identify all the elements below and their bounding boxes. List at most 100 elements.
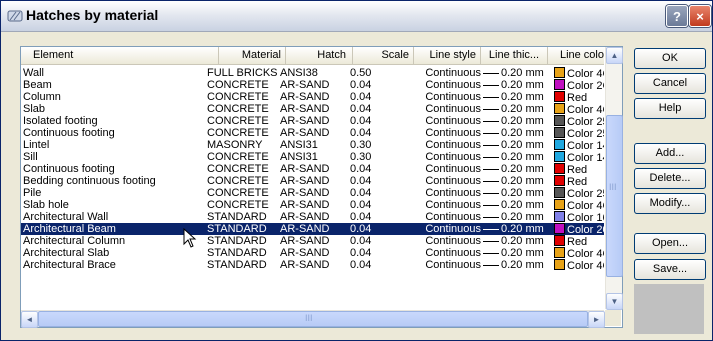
vertical-scrollbar[interactable]: ▲ III ▼ [605,47,623,310]
horizontal-scroll-thumb[interactable]: III [38,311,588,327]
column-header-material[interactable]: Material [219,47,286,64]
cell-scale: 0.30 [350,139,372,151]
table-row[interactable]: Column CONCRETE AR-SAND 0.04 Continuous 0.20 … [21,91,604,103]
cancel-button[interactable]: Cancel [634,73,706,94]
column-header-scale[interactable]: Scale [353,47,414,64]
cell-line-thickness: 0.20 mm [483,115,555,127]
help-button[interactable]: Help [634,98,706,119]
delete-button[interactable]: Delete... [634,168,706,189]
list-rows: Wall FULL BRICKS ANSI38 0.50 Continuous 0.20 … [21,67,604,271]
column-header-line-style[interactable]: Line style [414,47,481,64]
column-header-line-color[interactable]: Line colo [548,47,604,64]
cell-hatch: AR-SAND [280,127,330,139]
cell-material: STANDARD [207,259,267,271]
close-button[interactable]: × [689,5,711,27]
thickness-value: 0.20 mm [501,151,544,163]
column-header-line-thickness[interactable]: Line thic... [481,47,548,64]
cell-element: Slab hole [23,199,69,211]
table-row[interactable]: Continuous footing CONCRETE AR-SAND 0.04 Con… [21,127,604,139]
color-swatch-icon [554,247,565,258]
table-row[interactable]: Continuous footing CONCRETE AR-SAND 0.04 Con… [21,163,604,175]
color-swatch-icon [554,211,565,222]
cell-hatch: AR-SAND [280,259,330,271]
line-sample-icon [483,72,499,74]
cell-scale: 0.04 [350,223,372,235]
open-button[interactable]: Open... [634,233,706,254]
table-row[interactable]: Architectural Wall STANDARD AR-SAND 0.04 Con… [21,211,604,223]
table-row[interactable]: Architectural Beam STANDARD AR-SAND 0.04 Con… [21,223,604,235]
cell-material: CONCRETE [207,103,269,115]
cell-material: CONCRETE [207,115,269,127]
color-swatch-icon [554,79,565,90]
table-row[interactable]: Architectural Column STANDARD AR-SAND 0.04 C… [21,235,604,247]
thickness-value: 0.20 mm [501,91,544,103]
modify-button[interactable]: Modify... [634,193,706,214]
cell-hatch: ANSI38 [280,67,318,79]
cell-scale: 0.30 [350,151,372,163]
cell-line-color: Red [554,235,604,247]
color-name: Color 20 [567,224,604,235]
table-row[interactable]: Architectural Slab STANDARD AR-SAND 0.04 Con… [21,247,604,259]
cell-line-color: Color 25 [554,115,604,127]
hatch-list[interactable]: Element Material Hatch Scale Line style … [20,46,623,328]
color-name: Color 4C [567,248,604,259]
column-header-element[interactable]: Element [21,47,219,64]
cell-hatch: AR-SAND [280,187,330,199]
add-button[interactable]: Add... [634,143,706,164]
cell-material: STANDARD [207,211,267,223]
scroll-left-icon[interactable]: ◄ [21,311,38,328]
cell-line-style: Continuous [425,103,481,115]
cell-line-color: Color 4C [554,259,604,271]
table-row[interactable]: Slab CONCRETE AR-SAND 0.04 Continuous 0.20 mm… [21,103,604,115]
line-sample-icon [483,168,499,170]
color-name: Color 14 [567,152,604,163]
cell-line-style: Continuous [425,139,481,151]
cell-material: MASONRY [207,139,263,151]
line-sample-icon [483,156,499,158]
table-row[interactable]: Wall FULL BRICKS ANSI38 0.50 Continuous 0.20 … [21,67,604,79]
column-header-hatch[interactable]: Hatch [286,47,353,64]
cell-scale: 0.04 [350,259,372,271]
line-sample-icon [483,180,499,182]
line-sample-icon [483,132,499,134]
line-sample-icon [483,120,499,122]
cell-material: CONCRETE [207,187,269,199]
cell-element: Isolated footing [23,115,98,127]
cell-hatch: AR-SAND [280,235,330,247]
vertical-scroll-thumb[interactable]: III [606,115,623,277]
scroll-right-icon[interactable]: ► [588,311,605,328]
table-row[interactable]: Beam CONCRETE AR-SAND 0.04 Continuous 0.20 mm… [21,79,604,91]
table-row[interactable]: Slab hole CONCRETE AR-SAND 0.04 Continuous 0.… [21,199,604,211]
horizontal-scrollbar[interactable]: ◄ III ► [21,310,605,328]
table-row[interactable]: Bedding continuous footing CONCRETE AR-SAN… [21,175,604,187]
table-row[interactable]: Pile CONCRETE AR-SAND 0.04 Continuous 0.20 mm… [21,187,604,199]
table-row[interactable]: Architectural Brace STANDARD AR-SAND 0.04 Co… [21,259,604,271]
color-swatch-icon [554,223,565,234]
cell-element: Slab [23,103,46,115]
cell-element: Beam [23,79,52,91]
cell-line-style: Continuous [425,211,481,223]
table-row[interactable]: Lintel MASONRY ANSI31 0.30 Continuous 0.20 mm… [21,139,604,151]
cell-scale: 0.04 [350,175,372,187]
thickness-value: 0.20 mm [501,211,544,223]
title-bar[interactable]: Hatches by material ? × [1,1,712,32]
cell-line-style: Continuous [425,223,481,235]
scroll-down-icon[interactable]: ▼ [606,293,623,310]
cell-element: Pile [23,187,42,199]
thickness-value: 0.20 mm [501,175,544,187]
scroll-up-icon[interactable]: ▲ [606,47,623,64]
cell-line-thickness: 0.20 mm [483,67,555,79]
color-swatch-icon [554,259,565,270]
cell-line-thickness: 0.20 mm [483,79,555,91]
cell-line-color: Color 4C [554,103,604,115]
ok-button[interactable]: OK [634,48,706,69]
cell-element: Wall [23,67,44,79]
cell-line-style: Continuous [425,235,481,247]
save-button[interactable]: Save... [634,259,706,280]
help-title-button[interactable]: ? [666,5,688,27]
table-row[interactable]: Isolated footing CONCRETE AR-SAND 0.04 Conti… [21,115,604,127]
cell-hatch: AR-SAND [280,91,330,103]
table-row[interactable]: Sill CONCRETE ANSI31 0.30 Continuous 0.20 mm C… [21,151,604,163]
cell-hatch: AR-SAND [280,223,330,235]
cell-line-thickness: 0.20 mm [483,247,555,259]
